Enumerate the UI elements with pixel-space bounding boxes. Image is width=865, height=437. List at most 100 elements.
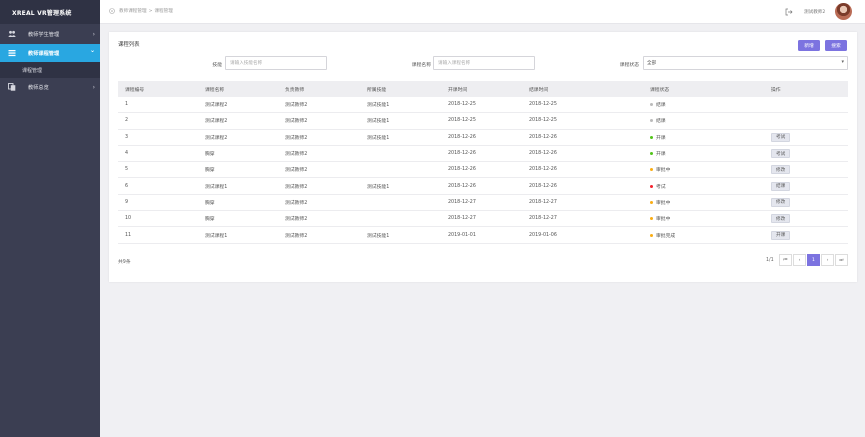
status-badge: 审批中 <box>650 166 670 173</box>
breadcrumb-item[interactable]: 教师课程管理 <box>119 8 147 14</box>
status-text: 审批中 <box>656 217 671 223</box>
action-cell: 修改 <box>764 197 848 207</box>
table-cell: 4 <box>125 151 129 157</box>
logout-icon[interactable] <box>785 8 793 16</box>
sidebar-item-teacher-overview[interactable]: 教师总览 › <box>0 78 100 96</box>
status-badge: 结课 <box>650 101 666 108</box>
table-cell: 胸穿 <box>205 200 215 206</box>
skill-input[interactable]: 请输入技能名称 <box>225 56 327 70</box>
table-cell: 2018-12-25 <box>529 102 557 108</box>
status-dot-icon <box>650 168 653 172</box>
table-row: 6 测试课程1 测试教师2 测试技能1 2018-12-26 2018-12-26 考试 结课 <box>118 178 848 195</box>
breadcrumb-item: 课程管理 <box>154 9 173 14</box>
status-cell: 审批完成 <box>643 232 764 239</box>
row-action-button[interactable]: 结课 <box>771 181 791 191</box>
row-action-button[interactable]: 修改 <box>771 165 791 175</box>
table-cell: 测试教师2 <box>285 233 308 239</box>
username[interactable]: 测试教师2 <box>804 9 825 15</box>
table-cell: 2018-12-27 <box>448 216 476 222</box>
table-cell: 测试教师2 <box>285 184 308 190</box>
action-cell: 考试 <box>764 132 848 142</box>
list-icon <box>8 49 16 57</box>
avatar[interactable] <box>835 3 852 20</box>
table-cell: 胸穿 <box>205 168 215 174</box>
total-count: 共9条 <box>118 260 131 265</box>
table-cell: 测试教师2 <box>285 135 308 141</box>
table-cell: 2018-12-25 <box>448 102 476 108</box>
sidebar-item-label: 教师学生管理 <box>28 31 60 38</box>
table-cell: 胸穿 <box>205 217 215 223</box>
table-cell: 5 <box>125 167 129 173</box>
status-select[interactable]: 全部 ▾ <box>643 56 848 70</box>
status-text: 审批完成 <box>656 233 676 239</box>
row-action-button[interactable]: 考试 <box>771 149 791 159</box>
table-cell: 测试技能1 <box>367 233 390 239</box>
top-header: 教师课程管理 > 课程管理 测试教师2 <box>100 0 865 24</box>
status-badge: 审批完成 <box>650 232 675 239</box>
row-action-button[interactable]: 修改 <box>771 214 791 224</box>
table-cell: 测试教师2 <box>285 168 308 174</box>
table-cell: 2018-12-26 <box>448 151 476 157</box>
copy-icon <box>8 83 16 91</box>
table-cell: 测试教师2 <box>285 103 308 109</box>
next-page-button[interactable]: › <box>821 254 834 266</box>
table-cell: 测试课程2 <box>205 119 228 125</box>
sidebar-subitem-course-management[interactable]: 课程管理 <box>0 62 100 78</box>
page-info: 1/1 <box>766 258 774 263</box>
status-cell: 开课 <box>643 134 764 141</box>
home-icon <box>109 8 115 14</box>
status-badge: 审批中 <box>650 199 670 206</box>
table-cell: 2018-12-26 <box>448 167 476 173</box>
table-cell: 6 <box>125 183 129 189</box>
row-action-button[interactable]: 开课 <box>771 230 791 240</box>
table-row: 1 测试课程2 测试教师2 测试技能1 2018-12-25 2018-12-25 结课 <box>118 97 848 114</box>
table-cell: 测试课程2 <box>205 103 228 109</box>
status-badge: 开课 <box>650 150 666 157</box>
table-cell: 2018-12-25 <box>448 118 476 124</box>
sidebar-item-label: 教师总览 <box>28 84 49 91</box>
table-header: 课程编号 课程名称 负责教师 所属技能 开课时间 结课时间 课程状态 操作 <box>118 81 848 97</box>
prev-page-button[interactable]: ‹ <box>793 254 806 266</box>
first-page-button[interactable]: ⏮ <box>779 254 792 266</box>
page-button-current[interactable]: 1 <box>807 254 820 266</box>
table-cell: 测试课程1 <box>205 233 228 239</box>
table-cell: 测试技能1 <box>367 184 390 190</box>
status-dot-icon <box>650 233 653 237</box>
table-cell: 测试教师2 <box>285 152 308 158</box>
action-cell: 考试 <box>764 149 848 159</box>
search-button[interactable]: 搜索 <box>825 40 847 51</box>
row-action-button[interactable]: 考试 <box>771 132 791 142</box>
status-dot-icon <box>650 119 653 123</box>
table-cell: 2018-12-26 <box>529 183 557 189</box>
table-cell: 2018-12-27 <box>529 199 557 205</box>
status-cell: 审批中 <box>643 166 764 173</box>
table-cell: 胸穿 <box>205 152 215 158</box>
row-action-button[interactable]: 修改 <box>771 197 791 207</box>
status-cell: 审批中 <box>643 215 764 222</box>
status-filter-label: 课程状态 <box>619 63 639 68</box>
sidebar-item-teacher-student[interactable]: 教师学生管理 › <box>0 25 100 43</box>
table-row: 4 胸穿 测试教师2 2018-12-26 2018-12-26 开课 考试 <box>118 146 848 163</box>
sidebar-item-teacher-course[interactable]: 教师课程管理 ⌄ <box>0 44 100 62</box>
table-cell: 测试技能1 <box>367 103 390 109</box>
add-button[interactable]: 新增 <box>798 40 820 51</box>
chevron-right-icon: › <box>92 30 95 38</box>
status-dot-icon <box>650 152 653 156</box>
status-text: 结课 <box>656 103 666 109</box>
course-name-input[interactable]: 请输入课程名称 <box>433 56 535 70</box>
caret-down-icon: ▾ <box>841 59 844 65</box>
table-cell: 测试课程1 <box>205 184 228 190</box>
table-row: 2 测试课程2 测试教师2 测试技能1 2018-12-25 2018-12-25 结课 <box>118 113 848 130</box>
action-cell: 修改 <box>764 165 848 175</box>
last-page-button[interactable]: ⏭ <box>835 254 848 266</box>
table-body: 1 测试课程2 测试教师2 测试技能1 2018-12-25 2018-12-25 结课 2 测… <box>118 97 848 244</box>
column-header: 负责教师 <box>285 87 305 93</box>
table-cell: 测试技能1 <box>367 119 390 125</box>
table-row: 11 测试课程1 测试教师2 测试技能1 2019-01-01 2019-01-06 审批完… <box>118 227 848 244</box>
table-cell: 10 <box>125 216 132 222</box>
column-header: 所属技能 <box>367 87 387 93</box>
table-cell: 11 <box>125 232 132 238</box>
course-list-panel: 课程列表 新增 搜索 技能 请输入技能名称 课程名称 请输入课程名称 课程状态 … <box>109 32 857 282</box>
table-cell: 9 <box>125 199 129 205</box>
table-cell: 1 <box>125 102 129 108</box>
